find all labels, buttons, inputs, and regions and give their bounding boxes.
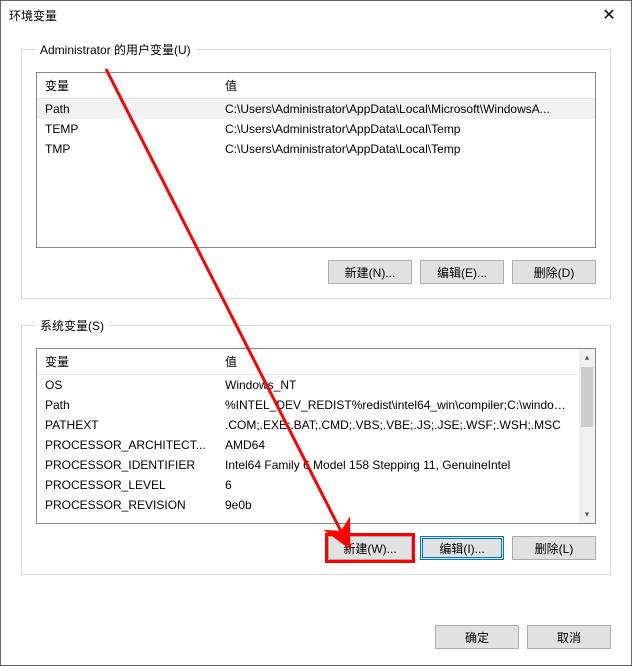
scroll-up-icon[interactable]: ▴ [579,349,595,366]
table-row[interactable]: PATHEXT .COM;.EXE;.BAT;.CMD;.VBS;.VBE;.J… [37,415,578,435]
scroll-down-icon[interactable]: ▾ [579,506,595,523]
user-col-var[interactable]: 变量 [37,73,217,99]
cell-val: AMD64 [217,435,578,455]
table-row[interactable]: PROCESSOR_ARCHITECT... AMD64 [37,435,578,455]
cell-var: PROCESSOR_LEVEL [37,475,217,495]
cell-val: C:\Users\Administrator\AppData\Local\Mic… [217,99,595,120]
cancel-button[interactable]: 取消 [527,625,611,649]
sys-new-button[interactable]: 新建(W)... [328,536,412,560]
cell-val: 6 [217,475,578,495]
table-row[interactable]: PROCESSOR_LEVEL 6 [37,475,578,495]
cell-var: Path [37,395,217,415]
dialog-body: Administrator 的用户变量(U) 变量 值 Path C:\User… [1,29,631,625]
cell-val: Windows_NT [217,375,578,396]
cell-val: C:\Users\Administrator\AppData\Local\Tem… [217,139,595,159]
cell-var: Path [37,99,217,120]
sys-edit-button[interactable]: 编辑(I)... [420,536,504,560]
user-vars-table-wrap[interactable]: 变量 值 Path C:\Users\Administrator\AppData… [36,72,596,248]
cell-var: TEMP [37,119,217,139]
close-icon[interactable]: ✕ [587,1,631,29]
sys-col-var[interactable]: 变量 [37,349,217,375]
cell-val: C:\Users\Administrator\AppData\Local\Tem… [217,119,595,139]
sys-vars-table-wrap[interactable]: 变量 值 OS Windows_NT Path %INTEL_DEV_REDIS… [36,348,596,524]
table-row[interactable]: Path C:\Users\Administrator\AppData\Loca… [37,99,595,120]
sys-scrollbar[interactable]: ▴ ▾ [578,349,595,523]
cell-var: OS [37,375,217,396]
sys-col-val[interactable]: 值 [217,349,578,375]
cell-var: PROCESSOR_REVISION [37,495,217,515]
table-row[interactable]: OS Windows_NT [37,375,578,396]
cell-var: PROCESSOR_ARCHITECT... [37,435,217,455]
table-row[interactable]: TEMP C:\Users\Administrator\AppData\Loca… [37,119,595,139]
user-vars-group: Administrator 的用户变量(U) 变量 值 Path C:\User… [21,41,611,299]
user-vars-legend: Administrator 的用户变量(U) [36,41,195,58]
cell-var: TMP [37,139,217,159]
user-edit-button[interactable]: 编辑(E)... [420,260,504,284]
sys-vars-legend: 系统变量(S) [36,317,108,334]
cell-var: PATHEXT [37,415,217,435]
cell-var: PROCESSOR_IDENTIFIER [37,455,217,475]
user-col-val[interactable]: 值 [217,73,595,99]
user-del-button[interactable]: 删除(D) [512,260,596,284]
table-row[interactable]: TMP C:\Users\Administrator\AppData\Local… [37,139,595,159]
cell-val: 9e0b [217,495,578,515]
sys-vars-group: 系统变量(S) 变量 值 OS Windows_NT [21,317,611,575]
table-row[interactable]: Path %INTEL_DEV_REDIST%redist\intel64_wi… [37,395,578,415]
titlebar: 环境变量 ✕ [1,1,631,29]
table-row[interactable]: PROCESSOR_IDENTIFIER Intel64 Family 6 Mo… [37,455,578,475]
user-new-button[interactable]: 新建(N)... [328,260,412,284]
sys-vars-buttons: 新建(W)... 编辑(I)... 删除(L) [36,536,596,560]
table-row[interactable]: PROCESSOR_REVISION 9e0b [37,495,578,515]
cell-val: Intel64 Family 6 Model 158 Stepping 11, … [217,455,578,475]
ok-button[interactable]: 确定 [435,625,519,649]
cell-val: .COM;.EXE;.BAT;.CMD;.VBS;.VBE;.JS;.JSE;.… [217,415,578,435]
user-vars-table: 变量 值 Path C:\Users\Administrator\AppData… [37,73,595,159]
sys-vars-table: 变量 值 OS Windows_NT Path %INTEL_DEV_REDIS… [37,349,578,515]
user-vars-buttons: 新建(N)... 编辑(E)... 删除(D) [36,260,596,284]
sys-del-button[interactable]: 删除(L) [512,536,596,560]
dialog-footer: 确定 取消 [1,625,631,665]
scroll-thumb[interactable] [581,367,593,427]
env-vars-dialog: 环境变量 ✕ Administrator 的用户变量(U) 变量 值 [0,0,632,666]
cell-val: %INTEL_DEV_REDIST%redist\intel64_win\com… [217,395,578,415]
dialog-title: 环境变量 [9,7,57,24]
close-glyph: ✕ [602,5,615,25]
